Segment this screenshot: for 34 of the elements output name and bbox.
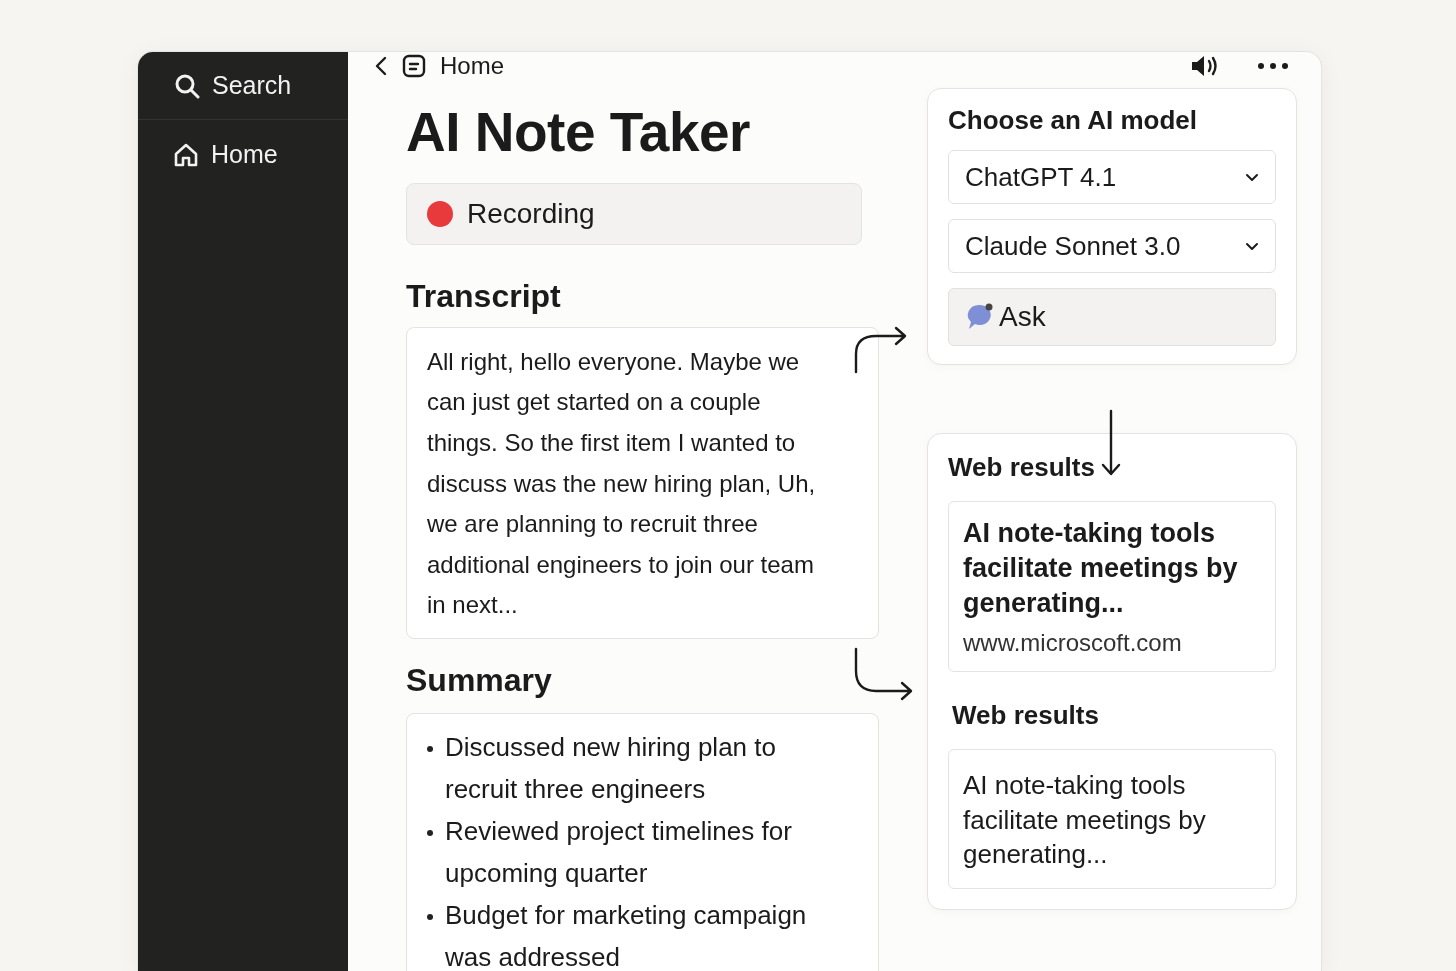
chevron-down-icon	[1245, 241, 1259, 251]
chat-bubble-icon	[965, 302, 995, 332]
breadcrumb-link[interactable]: Home	[440, 52, 505, 80]
result-link[interactable]: www.microscoft.com	[963, 629, 1261, 657]
bullet-icon	[427, 914, 433, 921]
home-icon	[173, 141, 199, 168]
card-heading: Web results	[952, 700, 1100, 731]
card-heading: Choose an AI model	[948, 105, 1198, 136]
result-title: AI note-taking tools facilitate meetings by generating...	[963, 517, 1239, 620]
page-title: AI Note Taker	[406, 102, 751, 163]
section-heading: Transcript	[406, 276, 562, 315]
search-item[interactable]: Search	[138, 52, 348, 120]
summary-item: Reviewed project timelines for upcoming quarter	[445, 815, 793, 891]
result-item[interactable]: AI note-taking tools facilitate meetings by generating...	[948, 749, 1276, 889]
section-heading: Summary	[406, 661, 553, 700]
card-heading: Web results	[948, 452, 1096, 483]
result-title: AI note-taking tools facilitate meetings by generating...	[963, 769, 1207, 871]
chevron-down-icon	[1245, 172, 1259, 182]
transcript-text: All right, hello everyone. Maybe we can just get started on a couple things. So the first item I wanted to discuss was the new hiring plan, Uh, we are planning to recruit three additional engineers to join our team in next...	[427, 346, 817, 621]
result-item[interactable]: AI note-taking tools facilitate meetings by generating... www.microscoft.com	[948, 501, 1276, 672]
model-dropdown[interactable]: Claude Sonnet 3.0	[948, 219, 1276, 273]
summary-item: Discussed new hiring plan to recruit three engineers	[445, 731, 777, 807]
page-icon	[402, 54, 426, 78]
more-icon[interactable]	[1257, 62, 1289, 70]
model-dropdown[interactable]: ChatGPT 4.1	[948, 150, 1276, 204]
back-icon[interactable]	[374, 56, 388, 76]
recording-bar[interactable]: Recording	[406, 182, 862, 245]
bullet-icon	[427, 746, 433, 753]
search-icon	[174, 72, 200, 99]
bullet-icon	[427, 830, 433, 837]
connector-arrow	[1100, 409, 1122, 477]
sidebar-item[interactable]: Home	[138, 120, 348, 169]
ask-button[interactable]: Ask	[948, 288, 1276, 346]
summary-item: Budget for marketing campaign was addressed	[445, 899, 808, 971]
